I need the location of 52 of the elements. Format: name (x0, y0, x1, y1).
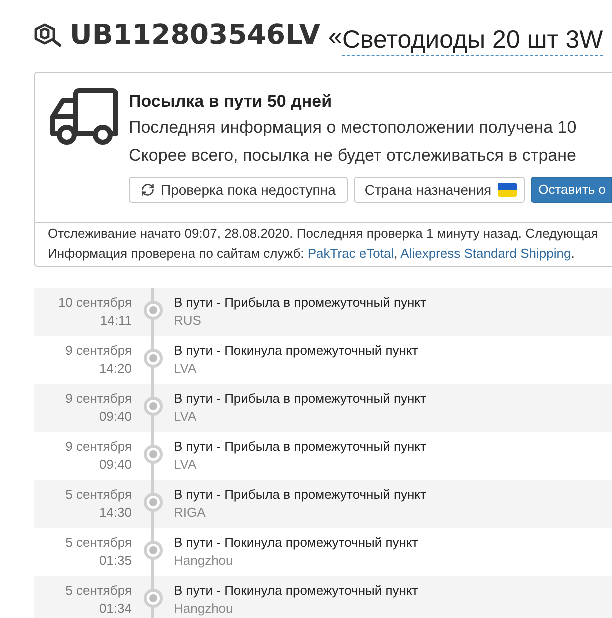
event-time: 09:40 (99, 408, 132, 426)
event-location: LVA (174, 360, 198, 378)
timeline-node-icon (144, 589, 162, 608)
event-date: 9 сентября (66, 438, 132, 456)
event-status: В пути - Прибыла в промежуточный пункт (174, 438, 426, 456)
tracking-number: UB112803546LV (70, 19, 321, 51)
timeline-node-icon (144, 541, 162, 560)
timeline-node-icon (144, 301, 162, 320)
event-date: 9 сентября (66, 342, 132, 360)
event-location: Hangzhou (174, 600, 234, 618)
event-date: 5 сентября (66, 582, 132, 600)
event-time: 01:35 (99, 552, 132, 570)
event-time: 14:11 (100, 312, 132, 330)
event-time: 09:40 (99, 456, 132, 474)
event-date: 9 сентября (66, 390, 132, 408)
event-date: 5 сентября (66, 534, 132, 552)
timeline-node-icon (144, 493, 162, 512)
ukraine-flag-icon (498, 183, 517, 197)
event-time: 14:30 (99, 504, 132, 522)
tracking-started-text: Отслеживание начато 09:07, 28.08.2020. Последняя проверка 1 минуту назад. Следующая (48, 225, 600, 243)
check-status-button[interactable]: Проверка пока недоступна (129, 177, 348, 203)
status-message: Последняя информация о местоположении получена 10 (129, 117, 578, 139)
item-title-link[interactable]: Светодиоды 20 шт 3W (342, 26, 604, 56)
event-time: 01:34 (99, 600, 132, 618)
timeline-node-icon (144, 445, 162, 464)
event-status: В пути - Прибыла в промежуточный пункт (174, 486, 426, 504)
event-location: LVA (174, 456, 198, 474)
event-location: RIGA (174, 504, 207, 522)
sources-text: Информация проверена по сайтам служб: PakTrac eTotal, Aliexpress Standard Shipping. (48, 245, 576, 263)
service-link[interactable]: Aliexpress Standard Shipping (400, 246, 572, 261)
package-search-icon (33, 23, 63, 47)
event-location: RUS (174, 312, 202, 330)
status-title: Посылка в пути 50 дней (129, 91, 334, 113)
refresh-icon (141, 183, 155, 197)
event-date: 5 сентября (66, 486, 132, 504)
event-status: В пути - Покинула промежуточный пункт (174, 342, 418, 360)
service-link[interactable]: PakTrac eTotal (308, 246, 394, 261)
event-status: В пути - Покинула промежуточный пункт (174, 534, 418, 552)
event-time: 14:20 (99, 360, 132, 378)
timeline-node-icon (144, 349, 162, 368)
leave-feedback-button[interactable]: Оставить о (530, 177, 612, 203)
destination-country-button[interactable]: Страна назначения (354, 177, 525, 203)
timeline-node-icon (144, 397, 162, 416)
event-date: 10 сентября (58, 294, 132, 312)
quote-mark: « (328, 23, 342, 51)
event-location: LVA (174, 408, 198, 426)
event-location: Hangzhou (174, 552, 234, 570)
event-status: В пути - Покинула промежуточный пункт (174, 582, 418, 600)
event-status: В пути - Прибыла в промежуточный пункт (174, 294, 426, 312)
truck-icon (48, 88, 120, 146)
event-status: В пути - Прибыла в промежуточный пункт (174, 390, 426, 408)
status-message: Скорее всего, посылка не будет отслеживаться в стране (129, 145, 578, 167)
